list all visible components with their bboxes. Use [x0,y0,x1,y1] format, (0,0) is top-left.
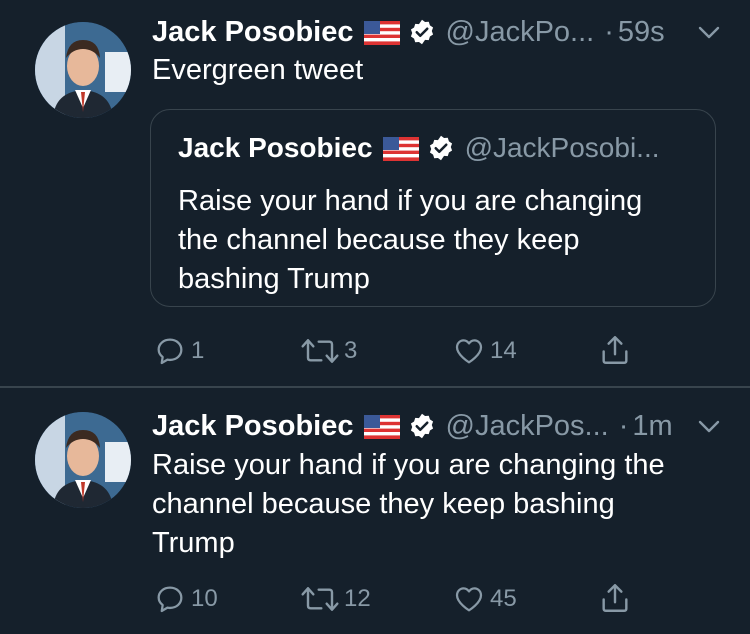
verified-icon [427,134,455,162]
share-icon [602,584,628,612]
quoted-tweet[interactable]: Jack Posobiec @JackPosobi... Raise your … [150,109,716,307]
avatar[interactable] [35,22,131,118]
author-handle[interactable]: @JackPo... [446,16,595,49]
separator-dot: · [604,15,614,48]
caret-down-icon[interactable] [696,416,722,436]
like-button[interactable]: 45 [452,583,517,615]
quoted-tweet-header: Jack Posobiec @JackPosobi... [178,128,660,168]
author-name[interactable]: Jack Posobiec [152,410,354,443]
us-flag-icon [382,136,419,161]
reply-count: 10 [191,585,218,612]
reply-button[interactable]: 1 [153,335,204,367]
reply-icon [157,586,183,613]
reply-count: 1 [191,337,205,364]
quoted-author-name: Jack Posobiec [178,132,373,163]
reply-icon [157,338,183,365]
us-flag-icon [363,20,400,45]
tweet-text: Evergreen tweet [152,54,364,86]
retweet-icon [301,587,339,611]
divider [0,386,750,388]
timestamp[interactable]: 1m [632,410,672,443]
quoted-author-handle: @JackPosobi... [464,132,660,163]
avatar[interactable] [35,412,131,508]
tweet-header: Jack Posobiec @JackPo... · 59s [152,12,665,52]
caret-down-icon[interactable] [696,22,722,42]
author-name[interactable]: Jack Posobiec [152,16,354,49]
us-flag-icon [363,414,400,439]
verified-icon [408,412,436,440]
retweet-icon [301,339,339,363]
verified-icon [408,18,436,46]
tweet-text: Raise your hand if you are changing the … [152,449,665,559]
like-button[interactable]: 14 [452,335,517,367]
timestamp[interactable]: 59s [618,16,665,49]
like-count: 45 [490,585,517,612]
share-button[interactable] [598,333,632,367]
separator-dot: · [618,409,629,442]
retweet-count: 3 [344,337,358,364]
quoted-tweet-text: Raise your hand if you are changing the … [178,185,643,295]
reply-button[interactable]: 10 [153,583,218,615]
like-icon [455,587,483,612]
share-button[interactable] [598,581,632,615]
retweet-button[interactable]: 12 [300,583,371,615]
author-handle[interactable]: @JackPos... [446,410,609,443]
retweet-button[interactable]: 3 [300,335,357,367]
like-count: 14 [490,337,517,364]
tweet-header: Jack Posobiec @JackPos... · 1m [152,406,673,446]
like-icon [455,339,483,364]
retweet-count: 12 [344,585,371,612]
share-icon [602,336,628,364]
